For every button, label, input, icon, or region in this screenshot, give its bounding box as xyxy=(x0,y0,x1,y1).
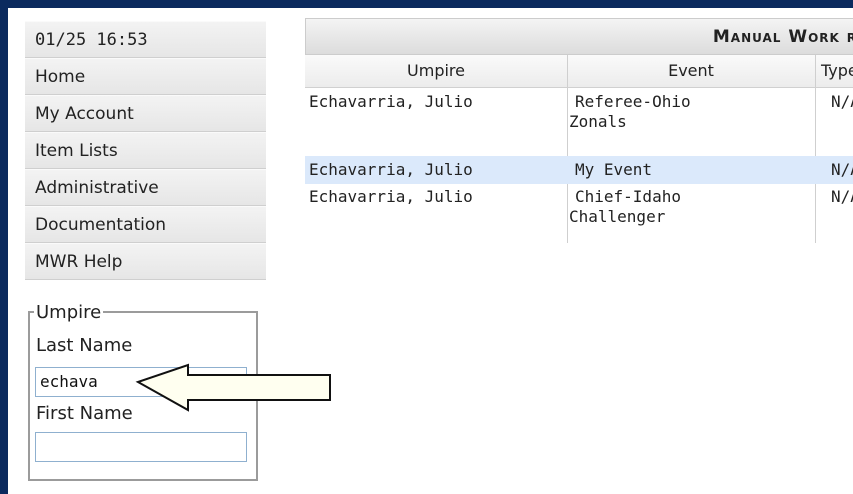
cell-type: N/A xyxy=(831,160,853,179)
nav-label: Home xyxy=(35,67,86,87)
cell-type: N/A xyxy=(831,92,853,111)
nav-label: Documentation xyxy=(35,215,167,235)
last-name-input[interactable]: echava xyxy=(35,367,247,397)
column-header-event[interactable]: Event xyxy=(567,55,815,87)
table-header-row: Umpire Event Type xyxy=(305,55,853,88)
table-row[interactable]: Echavarria, Julio Chief-Idaho Challenger … xyxy=(305,184,853,242)
nav-item-my-account[interactable]: My Account xyxy=(25,95,266,132)
nav-label: MWR Help xyxy=(35,252,123,272)
nav-item-administrative[interactable]: Administrative xyxy=(25,169,266,206)
nav-label: Item Lists xyxy=(35,141,118,161)
first-name-label: First Name xyxy=(36,403,133,424)
umpire-legend: Umpire xyxy=(34,302,104,323)
nav-item-mwr-help[interactable]: MWR Help xyxy=(25,243,266,280)
first-name-input[interactable] xyxy=(35,432,247,462)
last-name-label: Last Name xyxy=(36,335,133,356)
nav-item-documentation[interactable]: Documentation xyxy=(25,206,266,243)
cell-umpire: Echavarria, Julio xyxy=(309,187,473,206)
nav-label: My Account xyxy=(35,104,134,124)
table-row[interactable]: Echavarria, Julio Referee-OhioZonals N/A xyxy=(305,88,853,152)
cell-event: My Event xyxy=(575,160,653,179)
datetime-display: 01/25 16:53 xyxy=(25,21,266,58)
table-title: Manual Work rec xyxy=(305,18,853,55)
app-window: 01/25 16:53 Home My Account Item Lists A… xyxy=(8,8,853,494)
results-table: Manual Work rec Umpire Event Type Echava… xyxy=(305,18,853,243)
cell-event: Chief-Idaho Challenger xyxy=(569,187,681,226)
cell-umpire: Echavarria, Julio xyxy=(309,160,473,179)
nav-label: Administrative xyxy=(35,178,159,198)
nav-item-home[interactable]: Home xyxy=(25,58,266,95)
column-header-umpire[interactable]: Umpire xyxy=(305,55,567,87)
column-header-type[interactable]: Type xyxy=(815,55,853,87)
cell-umpire: Echavarria, Julio xyxy=(309,92,473,111)
nav-item-item-lists[interactable]: Item Lists xyxy=(25,132,266,169)
umpire-filter-fieldset: Umpire Last Name echava First Name xyxy=(28,302,258,481)
sidebar-nav: 01/25 16:53 Home My Account Item Lists A… xyxy=(25,21,266,280)
table-row-selected[interactable]: Echavarria, Julio My Event N/A xyxy=(305,156,853,184)
cell-event: Referee-Ohio Zonals xyxy=(569,92,691,131)
cell-type: N/A xyxy=(831,187,853,206)
